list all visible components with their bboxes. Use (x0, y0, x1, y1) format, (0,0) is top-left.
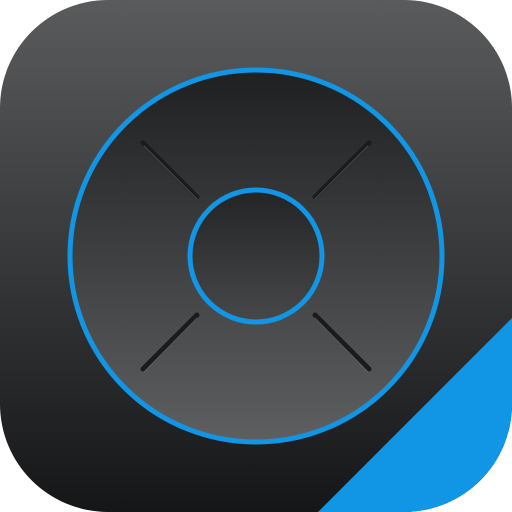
app-icon[interactable] (0, 0, 512, 512)
center-button (187, 187, 325, 325)
directional-pad-icon (0, 0, 512, 512)
